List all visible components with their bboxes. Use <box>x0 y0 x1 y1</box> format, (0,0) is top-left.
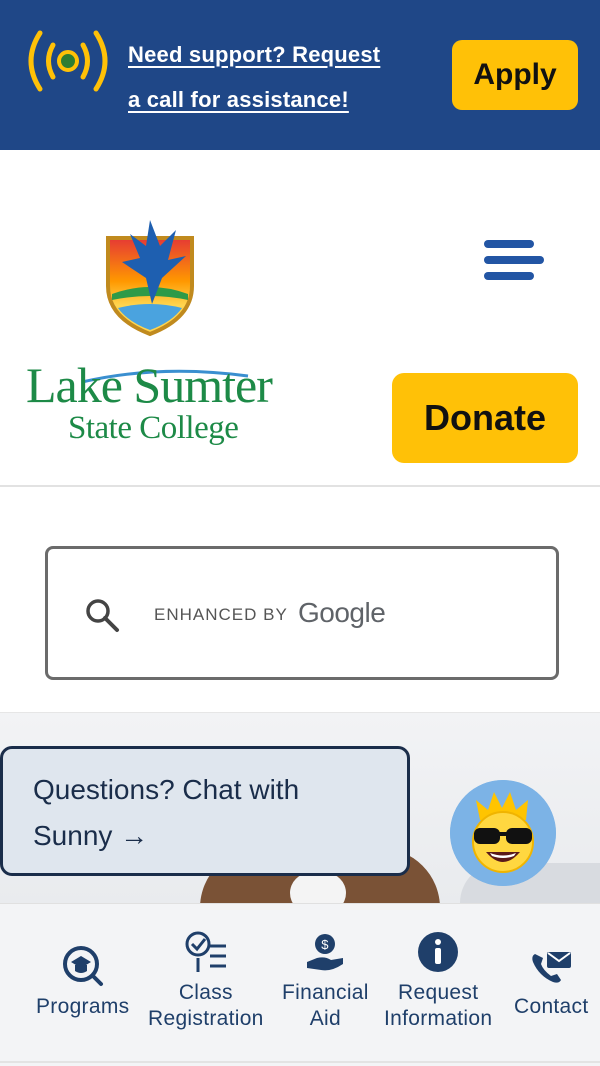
nav-label-contact-line1: Contact <box>514 995 589 1018</box>
search-section: ENHANCED BY Google <box>0 487 600 714</box>
nav-item-financial-aid[interactable]: $ Financial Aid <box>282 930 369 1032</box>
support-call-link[interactable]: Need support? Request a call for assista… <box>128 32 428 122</box>
hero-image-detail <box>290 873 346 903</box>
info-icon <box>418 932 459 972</box>
support-link-line2: a call for assistance! <box>128 87 349 112</box>
search-icon <box>86 599 119 632</box>
nav-label-class-line1: Class <box>178 981 233 1004</box>
donate-button[interactable]: Donate <box>392 373 578 463</box>
graduation-search-icon <box>62 946 103 986</box>
search-input[interactable]: ENHANCED BY Google <box>45 546 559 680</box>
logo-name-line2[interactable]: State College <box>68 410 239 446</box>
nav-label-programs-line1: Programs <box>36 995 130 1018</box>
college-crest-logo[interactable] <box>102 216 198 344</box>
nav-label-financial-line2: Aid <box>309 1007 341 1030</box>
money-hand-icon: $ <box>307 934 344 971</box>
nav-label-class-line2: Registration <box>148 1007 264 1030</box>
nav-label-request-line2: Information <box>384 1007 493 1030</box>
chat-prompt-line1: Questions? Chat with <box>33 774 300 805</box>
sunny-avatar-icon[interactable] <box>450 780 556 886</box>
nav-label-financial-line1: Financial <box>282 981 369 1004</box>
nav-item-class-registration[interactable]: Class Registration <box>148 930 264 1032</box>
apply-button[interactable]: Apply <box>452 40 578 110</box>
google-brand-label: Google <box>298 597 386 628</box>
support-link-line1: Need support? Request <box>128 42 381 67</box>
checklist-icon <box>185 931 226 972</box>
footer-divider <box>0 1061 600 1063</box>
broadcast-icon <box>28 30 108 92</box>
chat-prompt-line2: Sunny → <box>33 820 149 851</box>
svg-text:$: $ <box>322 937 330 952</box>
hamburger-menu-icon[interactable] <box>478 238 544 294</box>
nav-item-programs[interactable]: Programs <box>36 944 129 1020</box>
logo-name-line1[interactable]: Lake Sumter <box>26 360 273 410</box>
nav-item-request-information[interactable]: Request Information <box>384 930 492 1032</box>
bottom-quick-nav: Programs Class Registration $ Financial … <box>0 903 600 1066</box>
phone-mail-icon <box>532 952 572 983</box>
chat-prompt-button[interactable]: Questions? Chat with Sunny → <box>0 746 410 876</box>
enhanced-by-label: ENHANCED BY <box>154 605 288 624</box>
support-bar: Need support? Request a call for assista… <box>0 0 600 150</box>
site-header: Lake Sumter State College Donate <box>0 150 600 487</box>
nav-item-contact[interactable]: Contact <box>514 948 588 1020</box>
nav-label-request-line1: Request <box>398 981 479 1004</box>
